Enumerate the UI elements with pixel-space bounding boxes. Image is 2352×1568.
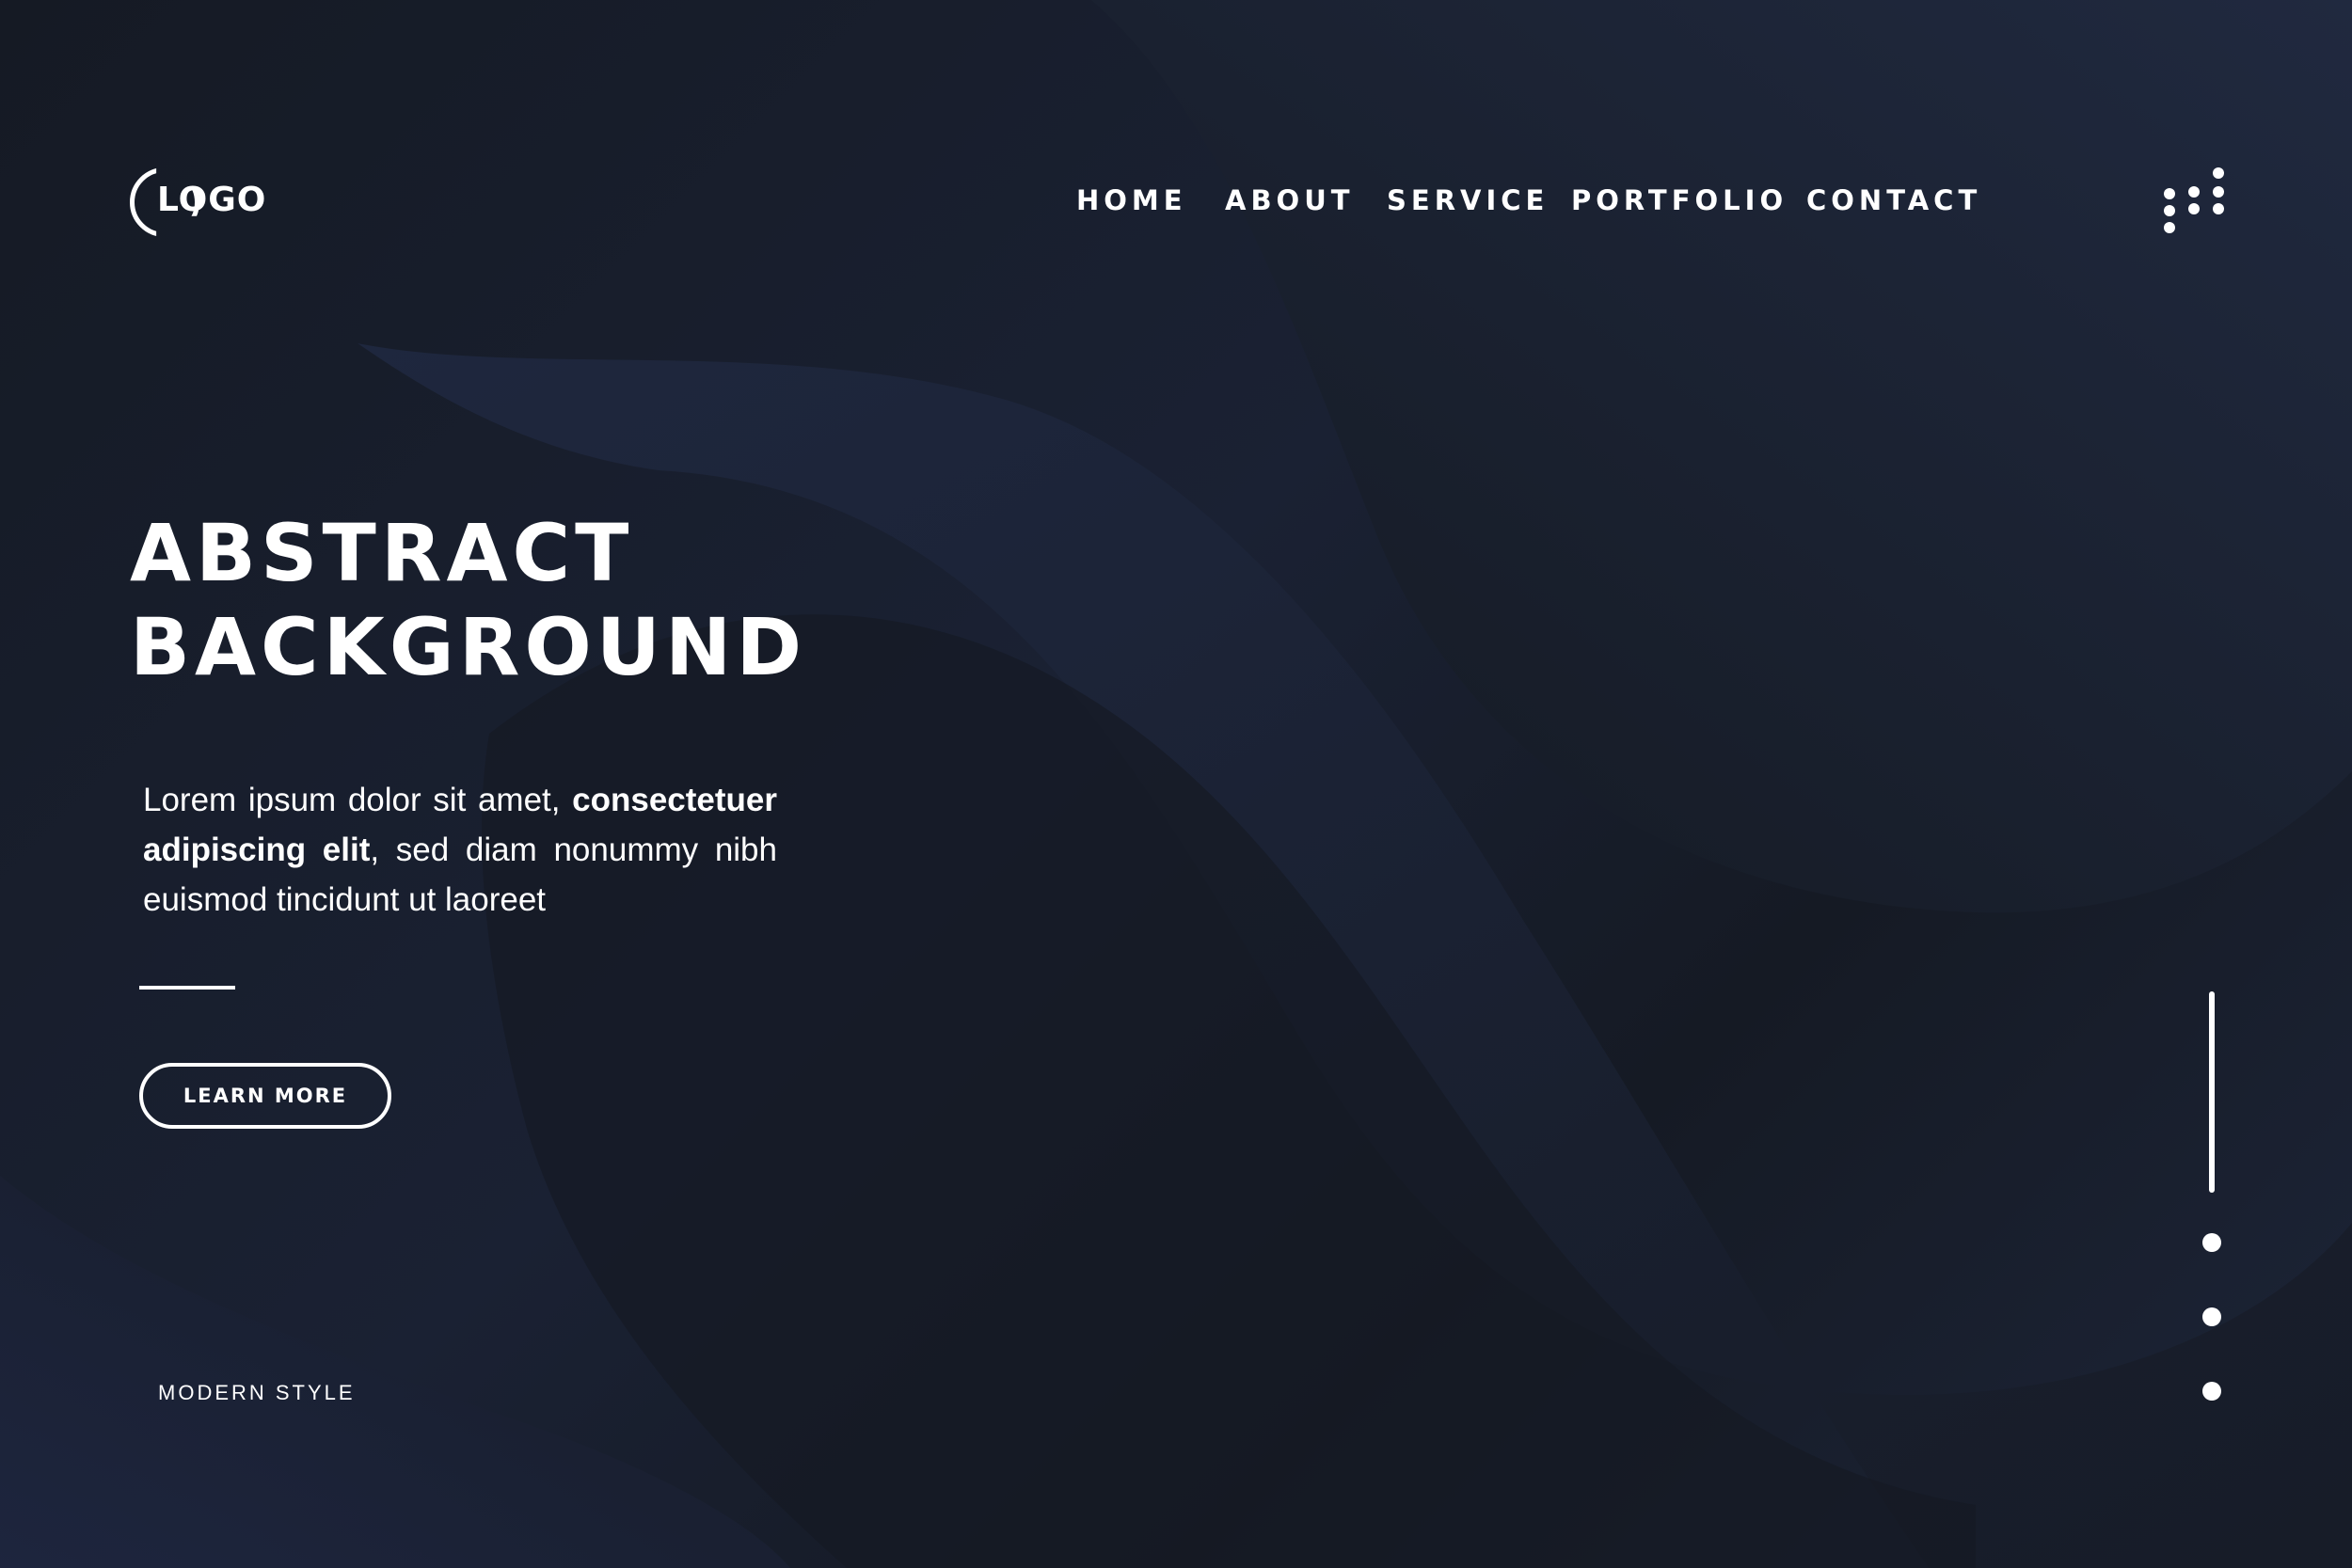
hero-title: ABSTRACT BACKGROUND [130,506,806,694]
logo[interactable]: LOGO [130,166,265,245]
logo-text: LOGO [157,181,267,219]
hero-title-line-2: BACKGROUND [130,601,807,693]
nav-item-home[interactable]: HOME [1076,184,1187,216]
nav-item-contact[interactable]: CONTACT [1806,184,1981,216]
nav-item-service[interactable]: SERVICE [1387,184,1549,216]
dots-grid-icon[interactable] [2156,167,2224,233]
landing-page: LOGO HOME ABOUT SERVICE PORTFOLIO CONTAC… [0,0,2352,1568]
learn-more-button[interactable]: LEARN MORE [139,1063,391,1129]
nav-item-portfolio[interactable]: PORTFOLIO [1571,184,1788,216]
footer-tagline: MODERN STYLE [158,1381,356,1404]
hero-title-line-1: ABSTRACT [130,507,634,599]
pagination-dot[interactable] [2202,1307,2221,1326]
pagination-dot[interactable] [2202,1233,2221,1252]
nav-item-about[interactable]: ABOUT [1225,184,1355,216]
hero-description: Lorem ipsum dolor sit amet, consectetuer… [143,775,777,925]
divider-line [139,986,235,990]
pagination-dot[interactable] [2202,1382,2221,1401]
hero-text-part-1: Lorem ipsum dolor sit amet, [143,782,573,818]
pagination-active-indicator[interactable] [2209,991,2215,1193]
